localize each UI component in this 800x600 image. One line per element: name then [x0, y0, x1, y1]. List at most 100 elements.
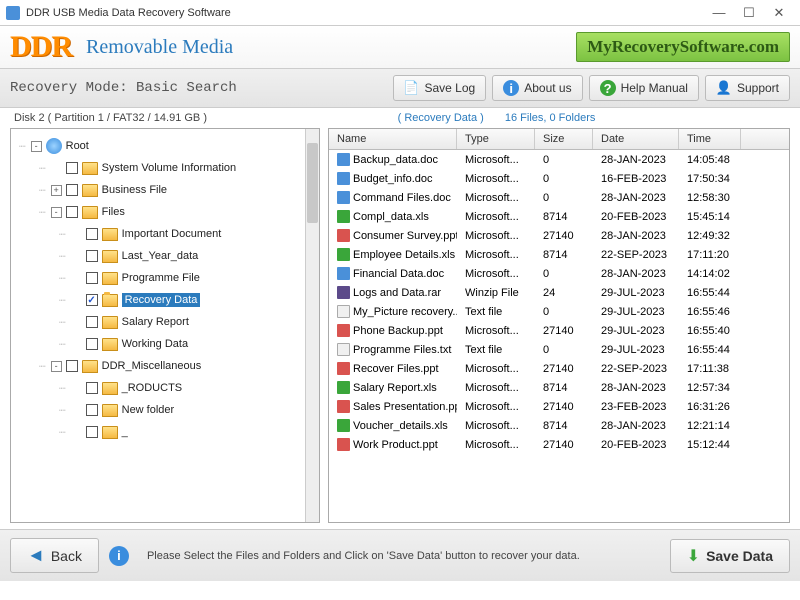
tree-node[interactable]: ┈✓Recovery Data: [13, 289, 303, 311]
file-size: 27140: [535, 325, 593, 337]
software-link[interactable]: MyRecoverySoftware.com: [576, 32, 790, 62]
file-row[interactable]: Programme Files.txtText file029-JUL-2023…: [329, 340, 789, 359]
expand-icon[interactable]: -: [51, 207, 62, 218]
disk-info-bar: Disk 2 ( Partition 1 / FAT32 / 14.91 GB …: [0, 108, 800, 128]
info-icon: i: [503, 80, 519, 96]
folder-tree[interactable]: ┈-Root┈System Volume Information┈+Busine…: [11, 129, 305, 522]
tree-node[interactable]: ┈New folder: [13, 399, 303, 421]
file-name: Sales Presentation.ppt: [353, 401, 457, 413]
file-type: Microsoft...: [457, 439, 535, 451]
save-data-button[interactable]: ⬇Save Data: [670, 539, 790, 573]
tree-node[interactable]: ┈_RODUCTS: [13, 377, 303, 399]
file-row[interactable]: Recover Files.pptMicrosoft...2714022-SEP…: [329, 359, 789, 378]
checkbox[interactable]: [86, 382, 98, 394]
checkbox[interactable]: [86, 250, 98, 262]
file-type: Microsoft...: [457, 268, 535, 280]
checkbox[interactable]: [86, 272, 98, 284]
folder-icon: [82, 162, 98, 175]
col-type[interactable]: Type: [457, 129, 535, 149]
file-time: 12:58:30: [679, 192, 741, 204]
file-type: Microsoft...: [457, 192, 535, 204]
expand-icon[interactable]: +: [51, 185, 62, 196]
footer-message: Please Select the Files and Folders and …: [147, 550, 660, 562]
col-date[interactable]: Date: [593, 129, 679, 149]
recovery-label: ( Recovery Data ): [398, 112, 484, 124]
file-time: 14:14:02: [679, 268, 741, 280]
tree-label: Programme File: [122, 272, 200, 284]
checkbox[interactable]: [86, 404, 98, 416]
tree-node[interactable]: ┈Last_Year_data: [13, 245, 303, 267]
file-row[interactable]: Employee Details.xlsMicrosoft...871422-S…: [329, 245, 789, 264]
col-size[interactable]: Size: [535, 129, 593, 149]
tree-scrollbar[interactable]: [305, 129, 319, 522]
checkbox[interactable]: [66, 206, 78, 218]
checkbox[interactable]: [86, 426, 98, 438]
file-row[interactable]: Compl_data.xlsMicrosoft...871420-FEB-202…: [329, 207, 789, 226]
disk-info: Disk 2 ( Partition 1 / FAT32 / 14.91 GB …: [14, 112, 207, 124]
checkbox[interactable]: [86, 338, 98, 350]
file-row[interactable]: Backup_data.docMicrosoft...028-JAN-20231…: [329, 150, 789, 169]
tree-node[interactable]: ┈-DDR_Miscellaneous: [13, 355, 303, 377]
file-row[interactable]: Sales Presentation.pptMicrosoft...271402…: [329, 397, 789, 416]
tree-label: Important Document: [122, 228, 222, 240]
tree-label: Business File: [102, 184, 167, 196]
minimize-button[interactable]: —: [704, 3, 734, 23]
help-button[interactable]: ?Help Manual: [589, 75, 699, 101]
file-row[interactable]: Command Files.docMicrosoft...028-JAN-202…: [329, 188, 789, 207]
file-icon: [337, 229, 350, 242]
file-date: 22-SEP-2023: [593, 249, 679, 261]
save-log-button[interactable]: 📄Save Log: [393, 75, 487, 101]
file-list[interactable]: Backup_data.docMicrosoft...028-JAN-20231…: [329, 150, 789, 522]
file-name: Work Product.ppt: [353, 439, 438, 451]
col-time[interactable]: Time: [679, 129, 741, 149]
file-row[interactable]: Budget_info.docMicrosoft...016-FEB-20231…: [329, 169, 789, 188]
file-row[interactable]: Voucher_details.xlsMicrosoft...871428-JA…: [329, 416, 789, 435]
support-button[interactable]: 👤Support: [705, 75, 790, 101]
col-name[interactable]: Name: [329, 129, 457, 149]
file-list-pane: Name Type Size Date Time Backup_data.doc…: [328, 128, 790, 523]
file-row[interactable]: Salary Report.xlsMicrosoft...871428-JAN-…: [329, 378, 789, 397]
scroll-thumb[interactable]: [307, 143, 318, 223]
tree-node[interactable]: ┈Salary Report: [13, 311, 303, 333]
maximize-button[interactable]: ☐: [734, 3, 764, 23]
file-row[interactable]: Phone Backup.pptMicrosoft...2714029-JUL-…: [329, 321, 789, 340]
checkbox[interactable]: [66, 184, 78, 196]
file-time: 12:21:14: [679, 420, 741, 432]
checkbox[interactable]: ✓: [86, 294, 98, 306]
tree-node[interactable]: ┈Working Data: [13, 333, 303, 355]
folder-icon: [102, 426, 118, 439]
file-type: Microsoft...: [457, 382, 535, 394]
file-date: 16-FEB-2023: [593, 173, 679, 185]
checkbox[interactable]: [86, 316, 98, 328]
file-time: 15:45:14: [679, 211, 741, 223]
tree-label: New folder: [122, 404, 175, 416]
file-icon: [337, 305, 350, 318]
file-size: 27140: [535, 363, 593, 375]
tree-node[interactable]: ┈Programme File: [13, 267, 303, 289]
tree-node[interactable]: ┈+Business File: [13, 179, 303, 201]
file-row[interactable]: Work Product.pptMicrosoft...2714020-FEB-…: [329, 435, 789, 454]
file-row[interactable]: Financial Data.docMicrosoft...028-JAN-20…: [329, 264, 789, 283]
root-icon: [46, 138, 62, 154]
file-icon: [337, 324, 350, 337]
tree-node[interactable]: ┈_: [13, 421, 303, 443]
tree-node[interactable]: ┈System Volume Information: [13, 157, 303, 179]
checkbox[interactable]: [86, 228, 98, 240]
about-button[interactable]: iAbout us: [492, 75, 582, 101]
file-size: 27140: [535, 401, 593, 413]
folder-tree-pane: ┈-Root┈System Volume Information┈+Busine…: [10, 128, 320, 523]
folder-icon: [102, 272, 118, 285]
file-row[interactable]: My_Picture recovery...Text file029-JUL-2…: [329, 302, 789, 321]
back-button[interactable]: ◄Back: [10, 538, 99, 573]
tree-node[interactable]: ┈-Files: [13, 201, 303, 223]
checkbox[interactable]: [66, 162, 78, 174]
close-button[interactable]: ✕: [764, 3, 794, 23]
file-time: 12:57:34: [679, 382, 741, 394]
expand-icon[interactable]: -: [31, 141, 42, 152]
tree-node[interactable]: ┈Important Document: [13, 223, 303, 245]
file-row[interactable]: Consumer Survey.pptMicrosoft...2714028-J…: [329, 226, 789, 245]
expand-icon[interactable]: -: [51, 361, 62, 372]
tree-node[interactable]: ┈-Root: [13, 135, 303, 157]
file-row[interactable]: Logs and Data.rarWinzip File2429-JUL-202…: [329, 283, 789, 302]
checkbox[interactable]: [66, 360, 78, 372]
